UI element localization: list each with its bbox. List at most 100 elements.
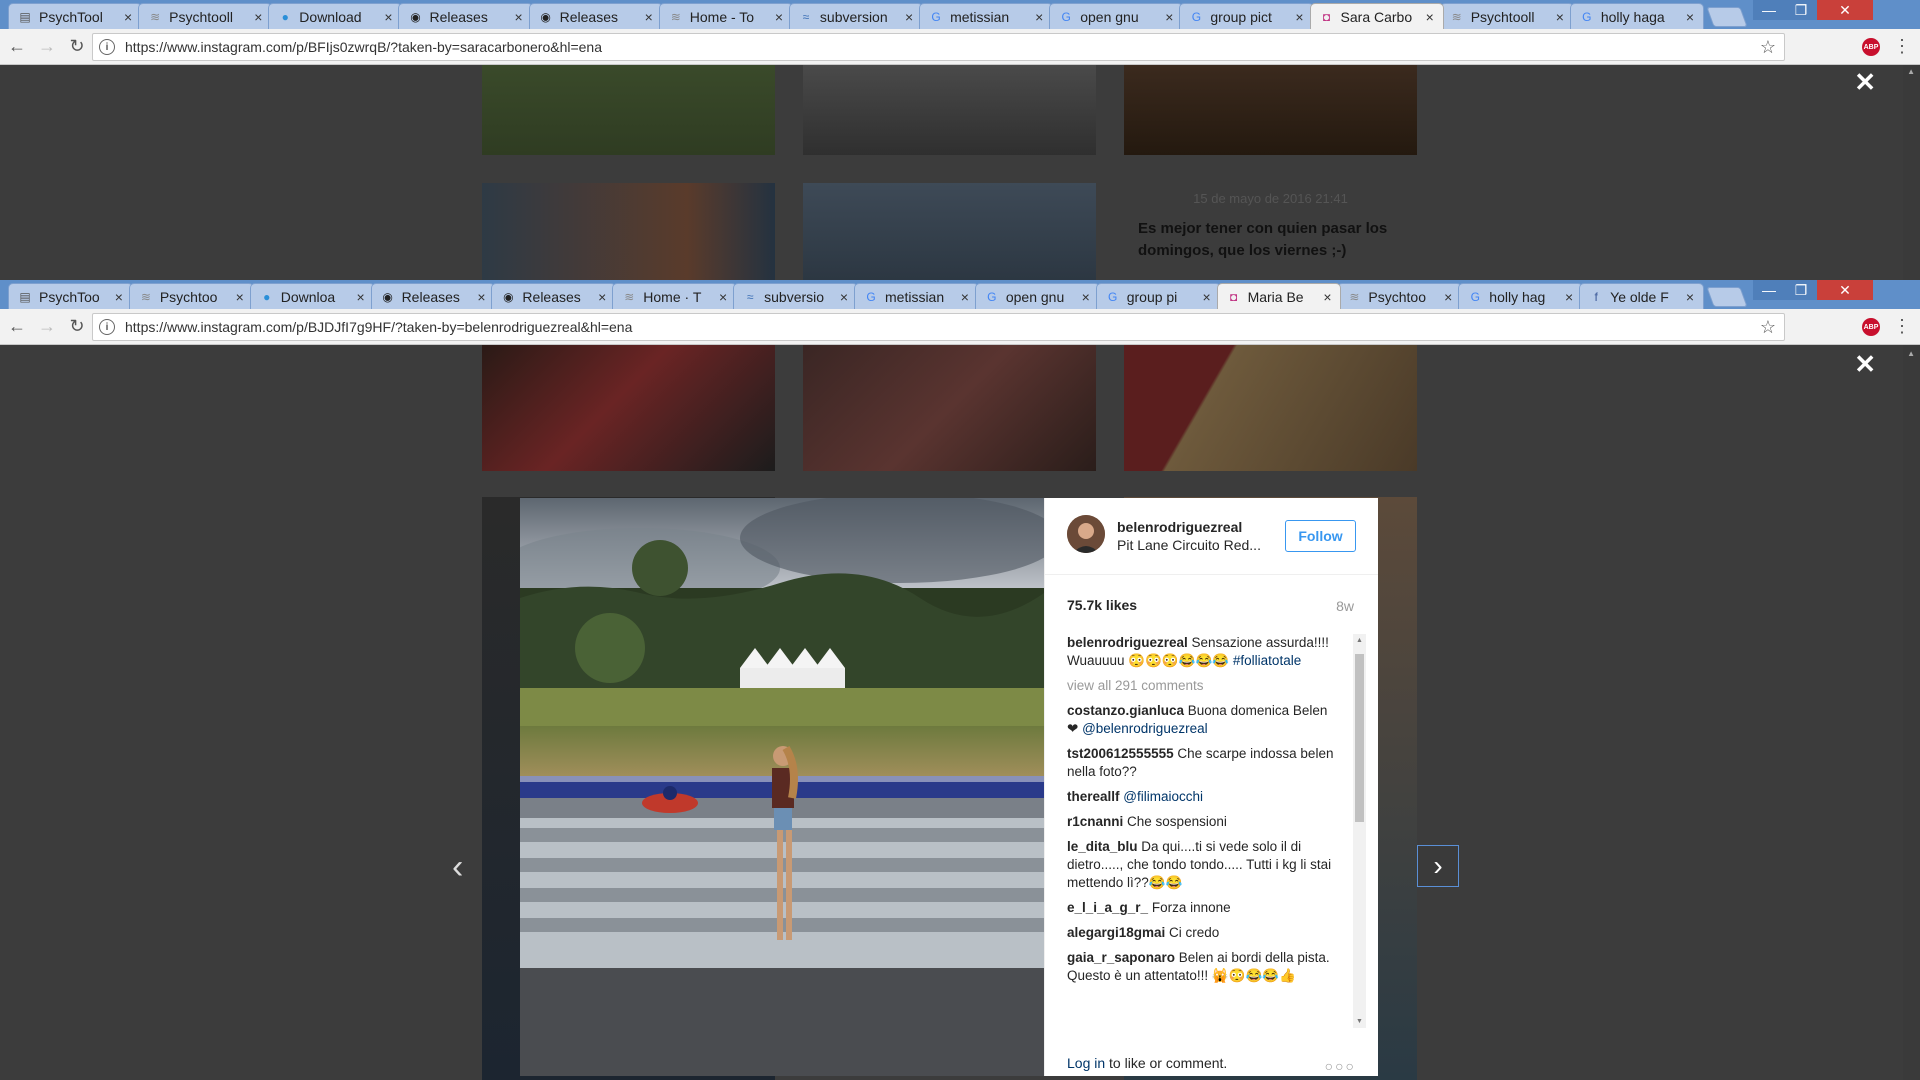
bookmark-star-icon[interactable]: ☆ <box>1760 37 1776 58</box>
grid-photo[interactable] <box>803 65 1096 155</box>
post-photo[interactable] <box>520 498 1044 1076</box>
tab-close-icon[interactable]: × <box>121 9 135 25</box>
comment-mention[interactable]: @belenrodriguezreal <box>1082 721 1208 736</box>
chrome-menu-icon[interactable]: ⋮ <box>1893 36 1911 57</box>
tab[interactable]: ◉ Releases × <box>528 3 663 29</box>
reload-button[interactable]: ↻ <box>62 32 92 62</box>
tab-close-icon[interactable]: × <box>1553 9 1567 25</box>
tab[interactable]: Gholly hag × <box>1458 283 1584 309</box>
next-post-button[interactable]: › <box>1417 845 1459 887</box>
tab-close-icon[interactable]: × <box>1162 9 1176 25</box>
tab-close-icon[interactable]: × <box>1293 9 1307 25</box>
url-text[interactable]: https://www.instagram.com/p/BFIjs0zwrqB/… <box>125 39 1760 55</box>
grid-photo[interactable] <box>482 65 775 155</box>
tab[interactable]: f Ye olde F × <box>1579 283 1704 309</box>
restore-button[interactable]: ❐ <box>1785 280 1817 300</box>
tab[interactable]: ◘ Maria Be × <box>1216 283 1342 309</box>
tab-close-icon[interactable]: × <box>251 9 265 25</box>
reload-button[interactable]: ↻ <box>62 312 92 342</box>
tab-close-icon[interactable]: × <box>772 9 786 25</box>
tab[interactable]: ◉ Releases × <box>491 283 617 309</box>
comment-user[interactable]: gaia_r_saponaro <box>1067 950 1175 965</box>
grid-photo[interactable] <box>482 183 775 280</box>
tab[interactable]: ≋ Home - To × <box>658 3 793 29</box>
tab[interactable]: Ggroup pi × <box>1095 283 1221 309</box>
tab[interactable]: ● Download × <box>268 3 403 29</box>
bookmark-star-icon[interactable]: ☆ <box>1760 317 1776 338</box>
login-link[interactable]: Log in <box>1067 1055 1105 1071</box>
grid-photo[interactable] <box>1124 345 1417 471</box>
tab-close-icon[interactable]: × <box>1200 289 1214 305</box>
back-button[interactable]: ← <box>2 32 32 62</box>
tab[interactable]: ◉ Releases × <box>398 3 533 29</box>
address-bar[interactable]: i https://www.instagram.com/p/BJDJfI7g9H… <box>92 313 1785 341</box>
tab-close-icon[interactable]: × <box>642 9 656 25</box>
tab[interactable]: ≈ subversion × <box>788 3 924 29</box>
info-icon[interactable]: i <box>99 39 115 55</box>
location[interactable]: Pit Lane Circuito Red... <box>1117 537 1261 553</box>
comment-user[interactable]: tst200612555555 <box>1067 746 1174 761</box>
grid-photo[interactable] <box>803 183 1096 280</box>
scroll-down-icon[interactable]: ▼ <box>1356 1018 1363 1025</box>
scrollbar-thumb[interactable] <box>1355 654 1364 822</box>
tab[interactable]: ● Downloa × <box>249 283 375 309</box>
comment-user[interactable]: alegargi18gmai <box>1067 925 1165 940</box>
tab[interactable]: ≈ subversio × <box>733 283 858 309</box>
restore-button[interactable]: ❐ <box>1785 0 1817 20</box>
window-close-button[interactable]: ✕ <box>1817 280 1873 300</box>
grid-photo[interactable] <box>1124 65 1417 155</box>
back-button[interactable]: ← <box>2 312 32 342</box>
tab-close-icon[interactable]: × <box>381 9 395 25</box>
tab[interactable]: ≋ Home · T × <box>612 283 738 309</box>
tab-close-icon[interactable]: × <box>595 289 609 305</box>
tab[interactable]: Ggroup pict × <box>1179 3 1314 29</box>
tab-close-icon[interactable]: × <box>354 289 368 305</box>
comment-user[interactable]: thereallf <box>1067 789 1120 804</box>
tab-close-icon[interactable]: × <box>512 9 526 25</box>
previous-post-button[interactable]: ‹ <box>452 848 463 887</box>
tab[interactable]: ≋ Psychtoo × <box>128 283 254 309</box>
tab-close-icon[interactable]: × <box>958 289 972 305</box>
follow-button[interactable]: Follow <box>1285 520 1356 552</box>
tab-close-icon[interactable]: × <box>716 289 730 305</box>
new-tab-button[interactable] <box>1706 7 1748 27</box>
text-post-card[interactable]: 15 de mayo de 2016 21:41 Es mejor tener … <box>1124 183 1417 280</box>
adblock-icon[interactable]: ABP <box>1862 318 1880 336</box>
forward-button[interactable]: → <box>32 312 62 342</box>
tab-close-icon[interactable]: × <box>1423 9 1437 25</box>
tab[interactable]: Gmetissian × <box>854 283 979 309</box>
tab-close-icon[interactable]: × <box>112 289 126 305</box>
tab-close-icon[interactable]: × <box>1562 289 1576 305</box>
tab-close-icon[interactable]: × <box>1441 289 1455 305</box>
scroll-up-icon[interactable]: ▲ <box>1907 349 1915 358</box>
tab[interactable]: ≋ Psychtooll × <box>1439 3 1574 29</box>
page-scrollbar[interactable]: ▲ <box>1903 345 1920 1080</box>
overlay-close-button[interactable]: ✕ <box>1854 67 1876 98</box>
tab[interactable]: Gopen gnu × <box>974 283 1100 309</box>
avatar[interactable] <box>1067 515 1105 553</box>
tab[interactable]: Gholly haga × <box>1569 3 1704 29</box>
tab[interactable]: ▤ PsychToo × <box>8 283 133 309</box>
grid-photo[interactable] <box>482 345 775 471</box>
page-scrollbar[interactable]: ▲ <box>1903 65 1920 280</box>
minimize-button[interactable]: — <box>1753 0 1785 20</box>
comments-scrollbar[interactable]: ▲ ▼ <box>1353 634 1366 1028</box>
tab-close-icon[interactable]: × <box>902 9 916 25</box>
tab[interactable]: ◉ Releases × <box>370 283 496 309</box>
forward-button[interactable]: → <box>32 32 62 62</box>
tab-close-icon[interactable]: × <box>1683 289 1697 305</box>
caption-user[interactable]: belenrodriguezreal <box>1067 635 1188 650</box>
comment-mention[interactable]: @filimaiocchi <box>1123 789 1203 804</box>
window-close-button[interactable]: ✕ <box>1817 0 1873 20</box>
overlay-close-button[interactable]: ✕ <box>1854 349 1876 380</box>
address-bar[interactable]: i https://www.instagram.com/p/BFIjs0zwrq… <box>92 33 1785 61</box>
scroll-up-icon[interactable]: ▲ <box>1356 637 1363 644</box>
comment-user[interactable]: r1cnanni <box>1067 814 1123 829</box>
tab-close-icon[interactable]: × <box>474 289 488 305</box>
tab[interactable]: ≋ Psychtoo × <box>1337 283 1463 309</box>
chrome-menu-icon[interactable]: ⋮ <box>1893 316 1911 337</box>
tab-close-icon[interactable]: × <box>1320 289 1334 305</box>
tab[interactable]: ◘ Sara Carbo × <box>1309 3 1444 29</box>
scroll-up-icon[interactable]: ▲ <box>1907 67 1915 76</box>
comment-user[interactable]: costanzo.gianluca <box>1067 703 1184 718</box>
